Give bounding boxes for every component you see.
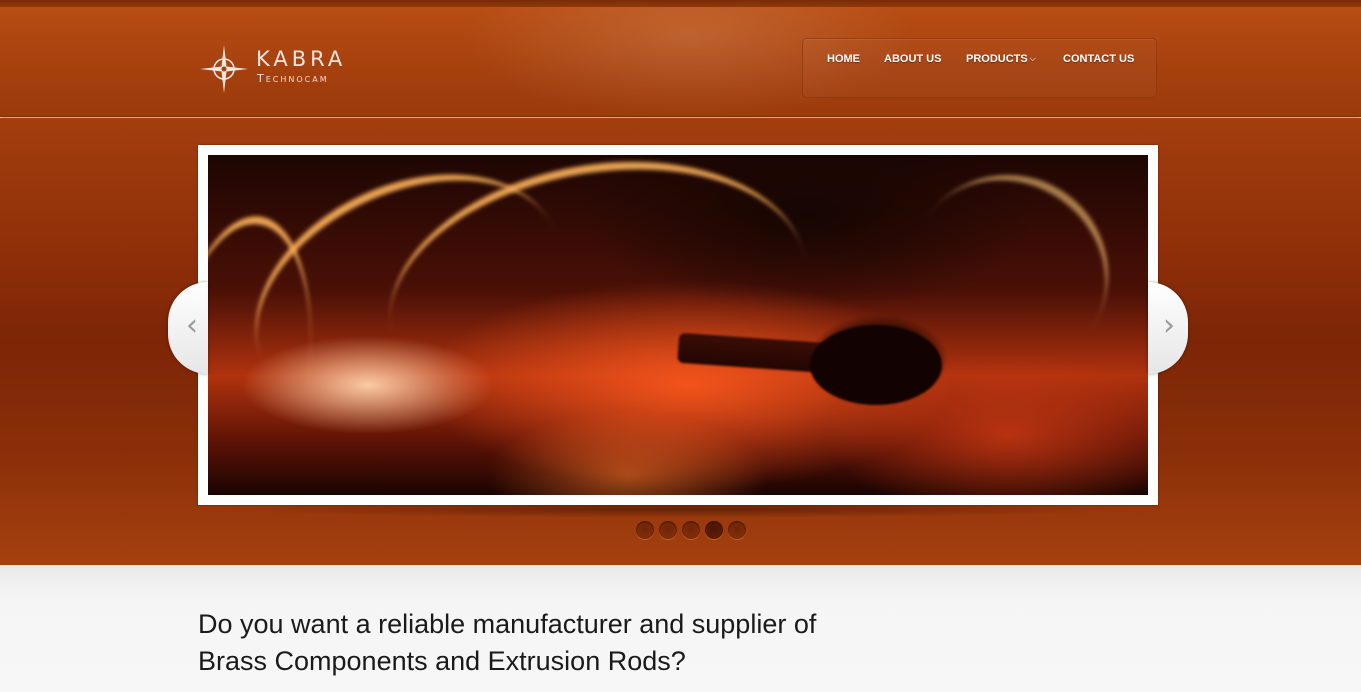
logo[interactable]: KABRA Technocam xyxy=(198,43,358,97)
compass-star-icon xyxy=(200,45,248,93)
nav-products[interactable]: PRODUCTS ⌵ xyxy=(966,53,1036,65)
nav-about-us[interactable]: ABOUT US xyxy=(884,53,941,65)
logo-subtitle: Technocam xyxy=(257,72,329,85)
logo-title: KABRA xyxy=(256,47,347,71)
slider-dot-3[interactable] xyxy=(682,521,700,539)
image-slider xyxy=(198,145,1158,505)
headline-line-1: Do you want a reliable manufacturer and … xyxy=(198,609,817,639)
nav-contact-us-label: CONTACT US xyxy=(1063,53,1135,65)
nav-home[interactable]: HOME xyxy=(827,53,860,65)
nav-about-us-label: ABOUT US xyxy=(884,53,942,65)
rod-end-shape xyxy=(810,325,942,405)
page-headline: Do you want a reliable manufacturer and … xyxy=(198,606,918,680)
site-header: KABRA Technocam HOME ABOUT US PRODUCTS ⌵ … xyxy=(0,7,1361,117)
main-nav: HOME ABOUT US PRODUCTS ⌵ CONTACT US xyxy=(802,38,1157,98)
nav-contact-us[interactable]: CONTACT US xyxy=(1063,53,1134,65)
slider-dot-4[interactable] xyxy=(705,521,723,539)
slider-dot-5[interactable] xyxy=(728,521,746,539)
top-strip xyxy=(0,0,1361,7)
slider-dot-2[interactable] xyxy=(659,521,677,539)
furnace-fire-image xyxy=(208,155,1148,495)
nav-home-label: HOME xyxy=(827,53,860,65)
headline-line-2: Brass Components and Extrusion Rods? xyxy=(198,646,686,676)
chevron-down-icon: ⌵ xyxy=(1029,54,1036,63)
slider-dot-1[interactable] xyxy=(636,521,654,539)
nav-products-label: PRODUCTS xyxy=(966,53,1028,65)
